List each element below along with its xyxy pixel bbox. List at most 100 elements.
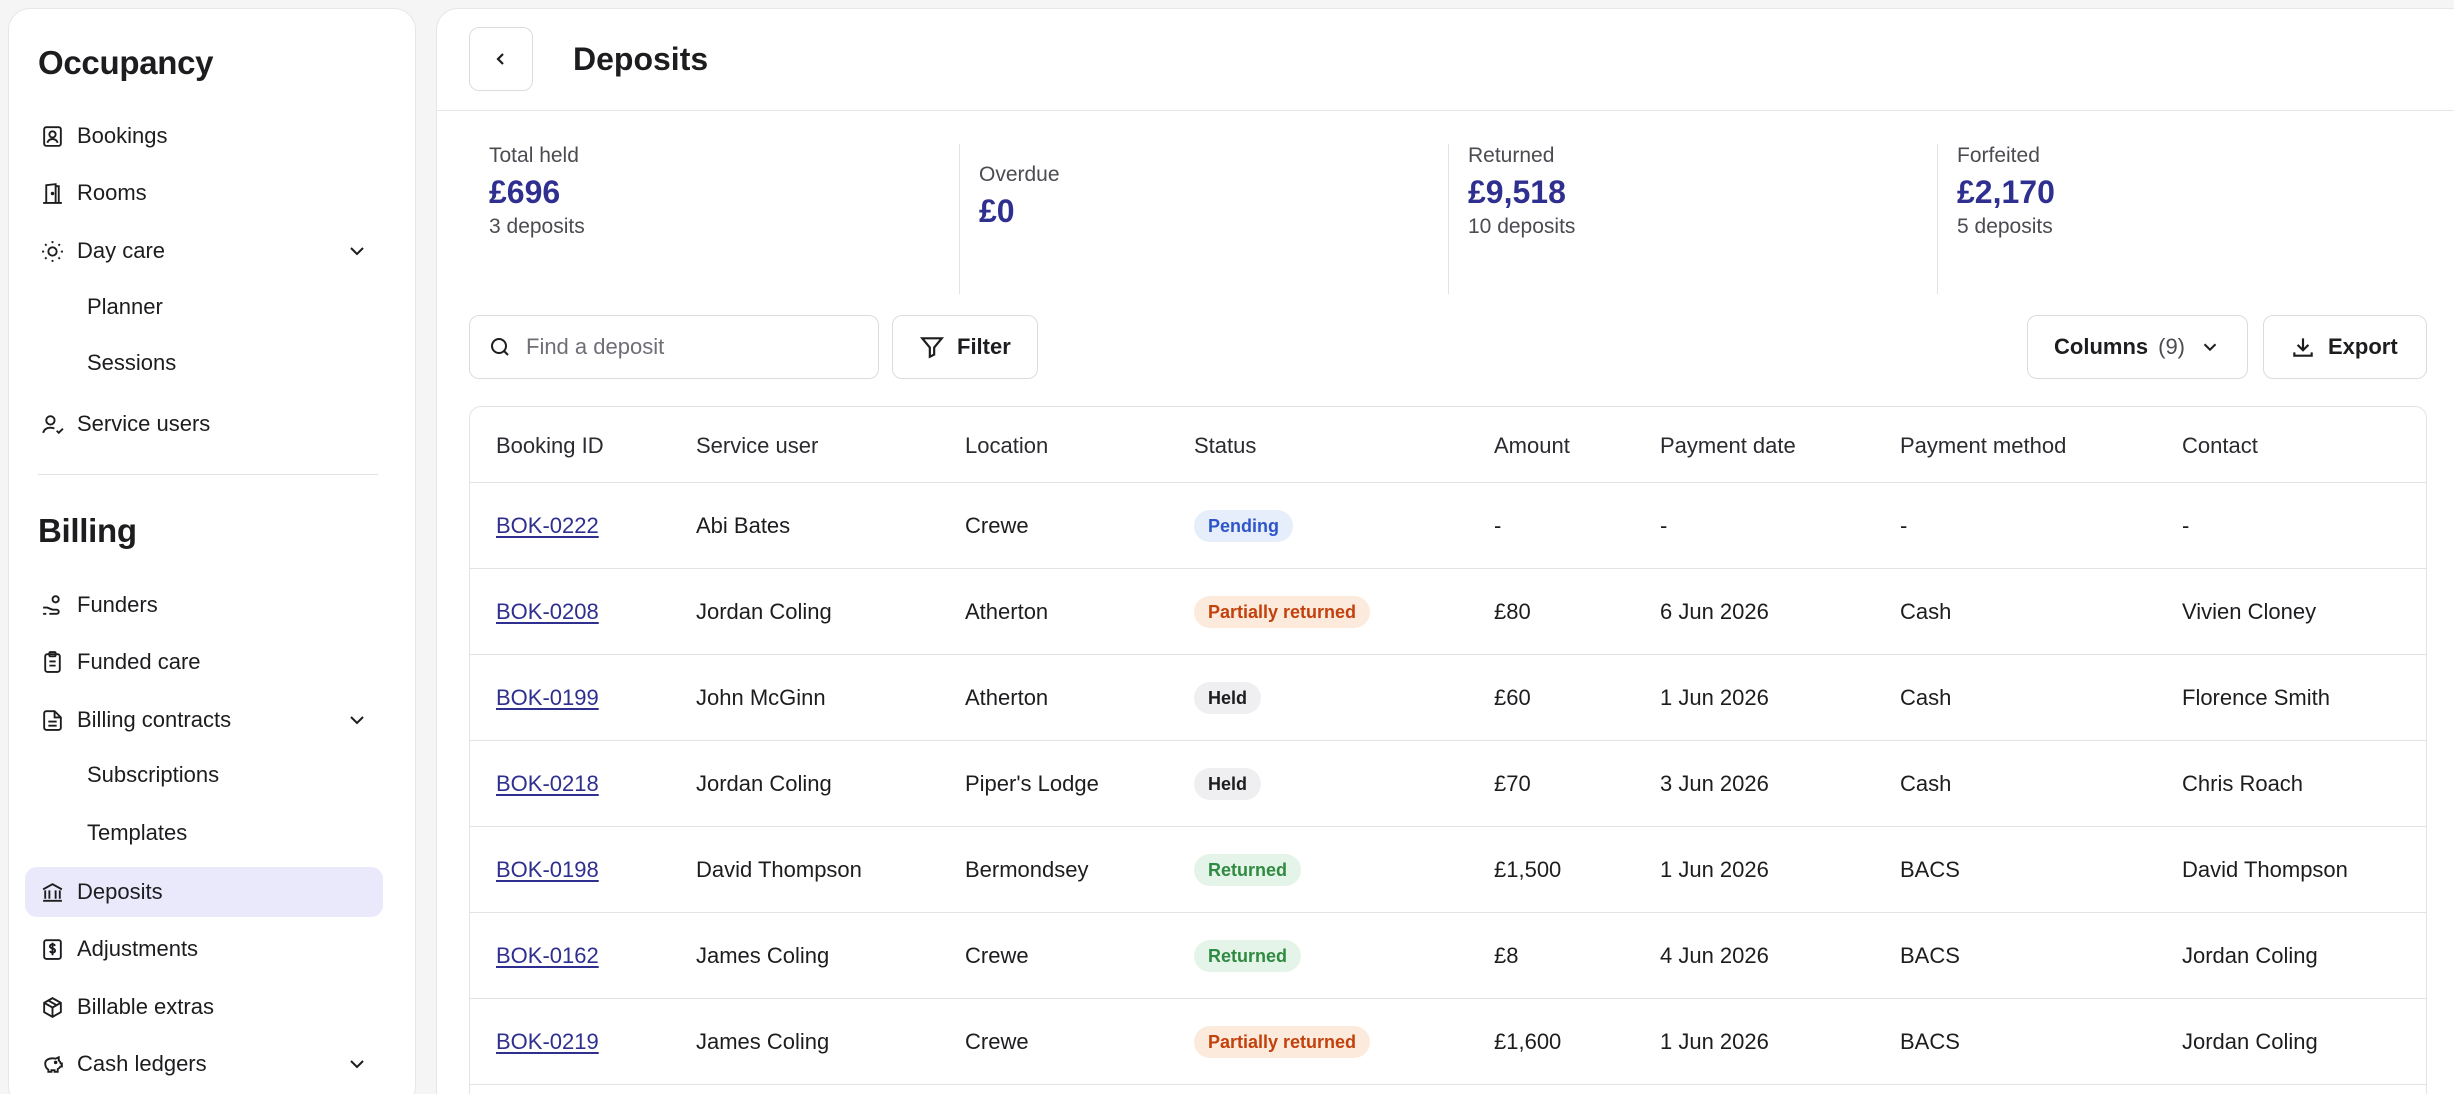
service-user-cell: John McGinn bbox=[696, 685, 826, 710]
booking-id-link[interactable]: BOK-0208 bbox=[496, 599, 599, 625]
sidebar-item-service-users[interactable]: Service users bbox=[25, 399, 383, 449]
service-user-cell: David Thompson bbox=[696, 857, 862, 882]
columns-label: Columns bbox=[2054, 334, 2149, 359]
door-icon bbox=[39, 180, 65, 206]
location-cell: Crewe bbox=[965, 943, 1029, 968]
search-box[interactable] bbox=[469, 315, 879, 379]
sidebar-item-bookings[interactable]: Bookings bbox=[25, 111, 383, 161]
booking-id-link[interactable]: BOK-0162 bbox=[496, 943, 599, 969]
booking-id-link[interactable]: BOK-0222 bbox=[496, 513, 599, 539]
column-header-service-user[interactable]: Service user bbox=[696, 433, 818, 459]
sidebar-item-label: Cash ledgers bbox=[77, 1051, 207, 1076]
payment-date-cell: 4 Jun 2026 bbox=[1660, 943, 1769, 968]
sidebar-item-day-care[interactable]: Day care bbox=[25, 226, 383, 276]
column-header-payment-date[interactable]: Payment date bbox=[1660, 433, 1796, 459]
sidebar-item-rooms[interactable]: Rooms bbox=[25, 168, 383, 218]
chevron-down-icon[interactable] bbox=[345, 1052, 369, 1076]
column-header-status[interactable]: Status bbox=[1194, 433, 1256, 459]
chevron-down-icon bbox=[2203, 343, 2217, 352]
column-header-amount[interactable]: Amount bbox=[1494, 433, 1570, 459]
deposits-table: Booking ID Service user Location Status … bbox=[469, 406, 2427, 1094]
column-header-location[interactable]: Location bbox=[965, 433, 1048, 459]
filter-icon bbox=[919, 337, 945, 359]
stat-total-held: Total held £696 3 deposits bbox=[489, 144, 585, 294]
sidebar-item-billing-contracts[interactable]: Billing contracts bbox=[25, 695, 383, 745]
table-row[interactable]: BOK-0162 James Coling Crewe Returned £8 … bbox=[470, 913, 2426, 999]
sidebar-item-subscriptions[interactable]: Subscriptions bbox=[25, 750, 383, 800]
chevron-down-icon[interactable] bbox=[345, 708, 369, 732]
payment-method-cell: BACS bbox=[1900, 1029, 1960, 1054]
payment-date-cell: 1 Jun 2026 bbox=[1660, 857, 1769, 882]
table-row[interactable]: BOK-0219 James Coling Crewe Partially re… bbox=[470, 999, 2426, 1085]
sidebar-item-label: Billable extras bbox=[77, 994, 214, 1019]
amount-cell: £60 bbox=[1494, 685, 1531, 710]
booking-icon bbox=[39, 123, 65, 149]
column-header-booking-id[interactable]: Booking ID bbox=[496, 433, 604, 459]
table-row[interactable]: BOK-0199 John McGinn Atherton Held £60 1… bbox=[470, 655, 2426, 741]
sidebar-item-sessions[interactable]: Sessions bbox=[25, 338, 383, 388]
table-row[interactable]: BOK-0218 Jordan Coling Piper's Lodge Hel… bbox=[470, 741, 2426, 827]
column-header-payment-method[interactable]: Payment method bbox=[1900, 433, 2066, 459]
contact-cell: - bbox=[2182, 513, 2190, 538]
stat-sub: 5 deposits bbox=[1957, 215, 2053, 238]
booking-id-link[interactable]: BOK-0198 bbox=[496, 857, 599, 883]
package-icon bbox=[39, 994, 65, 1020]
stat-divider bbox=[1937, 144, 1938, 294]
sidebar-item-funders[interactable]: Funders bbox=[25, 580, 383, 630]
amount-cell: £70 bbox=[1494, 771, 1531, 796]
table-row[interactable]: BOK-0198 David Thompson Bermondsey Retur… bbox=[470, 827, 2426, 913]
columns-button[interactable]: Columns (9) bbox=[2027, 315, 2249, 379]
contact-cell: Jordan Coling bbox=[2182, 943, 2318, 968]
stat-overdue: Overdue £0 bbox=[979, 163, 1060, 313]
sidebar-item-label: Funders bbox=[77, 592, 158, 617]
sidebar-item-billable-extras[interactable]: Billable extras bbox=[25, 982, 383, 1032]
filter-label: Filter bbox=[957, 334, 1011, 359]
chevron-down-icon[interactable] bbox=[345, 239, 369, 263]
sidebar-item-adjustments[interactable]: Adjustments bbox=[25, 924, 383, 974]
booking-id-link[interactable]: BOK-0218 bbox=[496, 771, 599, 797]
status-badge: Returned bbox=[1194, 940, 1302, 972]
amount-cell: £8 bbox=[1494, 943, 1519, 968]
stat-returned: Returned £9,518 10 deposits bbox=[1468, 144, 1575, 294]
sidebar-item-cash-ledgers[interactable]: Cash ledgers bbox=[25, 1039, 383, 1089]
stat-value: £2,170 bbox=[1957, 174, 2055, 210]
back-button[interactable] bbox=[469, 27, 533, 91]
filter-button[interactable]: Filter bbox=[892, 315, 1038, 379]
stat-sub: 10 deposits bbox=[1468, 215, 1576, 238]
sidebar-item-deposits[interactable]: Deposits bbox=[25, 867, 383, 917]
stat-label: Total held bbox=[489, 144, 579, 167]
clipboard-icon bbox=[39, 649, 65, 675]
export-label: Export bbox=[2328, 334, 2398, 359]
sidebar-item-planner[interactable]: Planner bbox=[25, 282, 383, 332]
table-row[interactable]: BOK-0208 Jordan Coling Atherton Partiall… bbox=[470, 569, 2426, 655]
table-row[interactable]: BOK-0222 Abi Bates Crewe Pending - - - - bbox=[470, 483, 2426, 569]
search-input[interactable] bbox=[526, 334, 856, 360]
main-panel: Deposits Total held £696 3 deposits Over… bbox=[436, 8, 2454, 1094]
payment-method-cell: Cash bbox=[1900, 771, 1952, 796]
booking-id-link[interactable]: BOK-0199 bbox=[496, 685, 599, 711]
payment-date-cell: 6 Jun 2026 bbox=[1660, 599, 1769, 624]
amount-cell: £80 bbox=[1494, 599, 1531, 624]
service-user-cell: James Coling bbox=[696, 943, 830, 968]
payment-date-cell: 1 Jun 2026 bbox=[1660, 1029, 1769, 1054]
payment-method-cell: Cash bbox=[1900, 599, 1952, 624]
sidebar-item-label: Adjustments bbox=[77, 936, 199, 961]
sidebar-item-funded-care[interactable]: Funded care bbox=[25, 637, 383, 687]
amount-cell: £1,600 bbox=[1494, 1029, 1562, 1054]
stat-divider bbox=[959, 144, 960, 294]
status-badge: Partially returned bbox=[1194, 596, 1371, 628]
location-cell: Crewe bbox=[965, 513, 1029, 538]
sun-icon bbox=[39, 238, 65, 264]
booking-id-link[interactable]: BOK-0219 bbox=[496, 1029, 599, 1055]
service-user-cell: Jordan Coling bbox=[696, 599, 832, 624]
contact-cell: David Thompson bbox=[2182, 857, 2348, 882]
hand-coins-icon bbox=[39, 592, 65, 618]
status-badge: Returned bbox=[1194, 854, 1302, 886]
export-button[interactable]: Export bbox=[2263, 315, 2427, 379]
contact-cell: Florence Smith bbox=[2182, 685, 2330, 710]
sidebar-item-templates[interactable]: Templates bbox=[25, 808, 383, 858]
stat-value: £696 bbox=[489, 174, 561, 210]
receipt-icon bbox=[39, 936, 65, 962]
stat-forfeited: Forfeited £2,170 5 deposits bbox=[1957, 144, 2055, 294]
column-header-contact[interactable]: Contact bbox=[2182, 433, 2258, 459]
